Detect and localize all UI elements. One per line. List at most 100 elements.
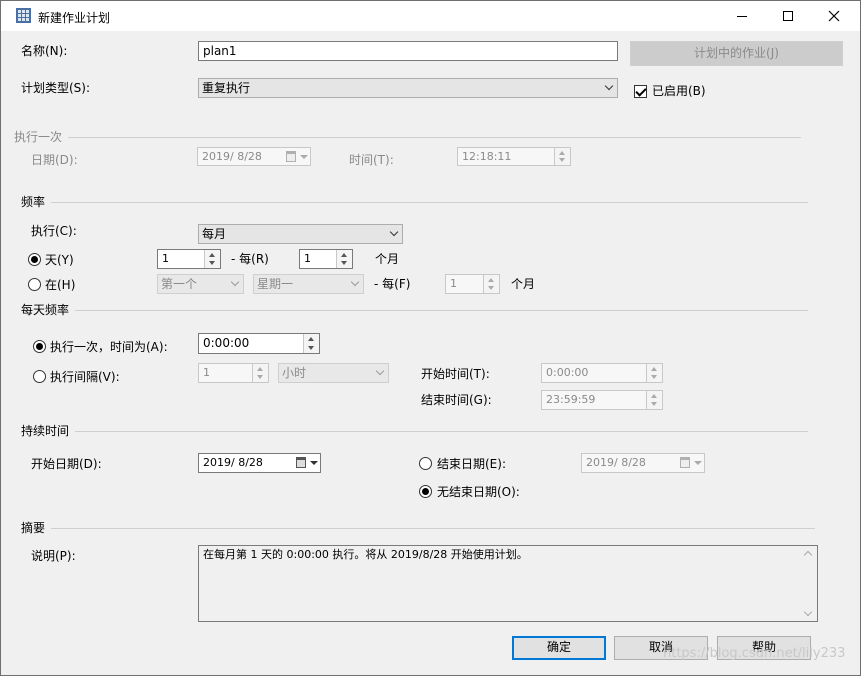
month-unit-label: 个月 (375, 252, 400, 266)
one-time-time-label: 时间(T): (349, 153, 394, 167)
daily-frequency-section: 每天频率 (21, 303, 808, 317)
on-every-month-input[interactable]: 1 (445, 274, 500, 294)
every-month-input[interactable]: 1 (299, 249, 353, 269)
execute-label: 执行(C): (31, 224, 77, 238)
dropdown-arrow-icon (300, 155, 308, 159)
time-spinner[interactable] (554, 148, 570, 165)
maximize-icon (783, 11, 793, 21)
one-time-time-input[interactable]: 12:18:11 (457, 147, 571, 166)
date-dropdown (284, 150, 308, 164)
summary-heading: 摘要 (21, 521, 52, 535)
title-bar[interactable]: 新建作业计划 (1, 1, 860, 31)
dropdown-arrow-icon (310, 461, 318, 465)
spin-up-icon (651, 367, 657, 371)
frequency-section: 频率 (21, 195, 808, 209)
every-spinner[interactable] (336, 250, 352, 268)
close-icon (828, 10, 840, 22)
spin-down-icon (257, 375, 263, 379)
one-time-date-picker[interactable]: 2019/ 8/28 (197, 147, 311, 166)
spin-up-icon (651, 394, 657, 398)
once-at-time-value: 0:00:00 (203, 336, 250, 350)
chevron-down-icon (604, 81, 614, 91)
duration-heading: 持续时间 (21, 424, 76, 438)
chevron-down-icon (230, 277, 240, 287)
frequency-select[interactable]: 每月 (198, 224, 403, 244)
once-at-spinner[interactable] (303, 334, 319, 353)
one-time-date-value: 2019/ 8/28 (202, 150, 262, 163)
description-textarea[interactable]: 在每月第 1 天的 0:00:00 执行。将从 2019/8/28 开始使用计划… (198, 545, 818, 622)
spin-down-icon (559, 158, 565, 162)
week-ordinal-select[interactable]: 第一个 (157, 274, 244, 294)
on-month-unit-label: 个月 (511, 277, 536, 291)
spin-up-icon (559, 151, 565, 155)
chevron-down-icon (389, 227, 399, 237)
minimize-button[interactable] (719, 1, 765, 31)
spin-down-icon (488, 286, 494, 290)
close-button[interactable] (811, 1, 857, 31)
schedule-dialog: 新建作业计划 名称(N): plan1 计划中的作业(J) 计划类型(S): 重… (0, 0, 861, 676)
weekday-select[interactable]: 星期一 (253, 274, 364, 294)
daily-frequency-heading: 每天频率 (21, 303, 76, 317)
watermark-text: https://blog.csdn.net/lily233 (663, 646, 846, 661)
spin-up-icon (341, 253, 347, 257)
end-time-spinner[interactable] (646, 391, 662, 409)
on-every-month-value: 1 (450, 277, 457, 290)
end-date-radio[interactable] (419, 457, 432, 470)
duration-section: 持续时间 (21, 424, 808, 438)
chevron-down-icon (375, 366, 385, 376)
day-spinner[interactable] (204, 250, 220, 268)
scroll-up-icon[interactable] (803, 550, 813, 560)
ok-button[interactable]: 确定 (512, 636, 606, 660)
one-time-section: 执行一次 (14, 130, 801, 144)
scroll-down-icon[interactable] (803, 607, 813, 617)
calendar-icon (296, 457, 306, 468)
start-time-spinner[interactable] (646, 364, 662, 382)
start-time-input[interactable]: 0:00:00 (541, 363, 663, 383)
name-label: 名称(N): (21, 44, 68, 58)
interval-unit-value: 小时 (282, 366, 307, 380)
end-date-label: 结束日期(E): (437, 457, 506, 471)
day-label: 天(Y) (45, 253, 74, 267)
every-label: - 每(R) (231, 252, 269, 266)
maximize-button[interactable] (765, 1, 811, 31)
on-every-spinner[interactable] (483, 275, 499, 293)
interval-number-value: 1 (203, 366, 210, 379)
date-dropdown[interactable] (678, 456, 702, 470)
schedule-type-select[interactable]: 重复执行 (198, 78, 618, 98)
vertical-scrollbar[interactable] (802, 546, 817, 621)
spin-down-icon (651, 375, 657, 379)
frequency-value: 每月 (202, 227, 227, 241)
end-time-label: 结束时间(G): (421, 393, 492, 407)
on-every-label: - 每(F) (374, 277, 411, 291)
day-number-input[interactable]: 1 (157, 249, 221, 269)
once-at-time-input[interactable]: 0:00:00 (198, 333, 320, 354)
interval-radio[interactable] (33, 370, 46, 383)
start-date-value: 2019/ 8/28 (203, 456, 263, 469)
description-label: 说明(P): (31, 549, 76, 563)
end-date-picker[interactable]: 2019/ 8/28 (581, 453, 705, 473)
name-input[interactable]: plan1 (198, 41, 618, 61)
every-month-value: 1 (304, 252, 311, 265)
start-date-picker[interactable]: 2019/ 8/28 (198, 453, 321, 473)
end-time-input[interactable]: 23:59:59 (541, 390, 663, 410)
date-dropdown[interactable] (294, 456, 318, 470)
no-end-date-radio[interactable] (419, 485, 432, 498)
once-at-radio[interactable] (33, 340, 46, 353)
day-radio[interactable] (28, 253, 41, 266)
interval-number-input[interactable]: 1 (198, 363, 269, 383)
enabled-checkbox[interactable] (634, 85, 647, 98)
once-at-label: 执行一次，时间为(A): (50, 340, 168, 354)
interval-label: 执行间隔(V): (50, 370, 120, 384)
interval-unit-select[interactable]: 小时 (278, 363, 389, 383)
on-radio[interactable] (28, 278, 41, 291)
interval-spinner[interactable] (252, 364, 268, 382)
schedule-type-label: 计划类型(S): (21, 81, 91, 95)
enabled-label: 已启用(B) (652, 84, 706, 98)
one-time-time-value: 12:18:11 (462, 150, 512, 163)
calendar-icon (680, 457, 690, 468)
weekday-value: 星期一 (257, 277, 294, 291)
section-divider (21, 431, 808, 432)
on-label: 在(H) (45, 278, 76, 292)
jobs-in-schedule-button[interactable]: 计划中的作业(J) (630, 41, 843, 66)
chevron-down-icon (350, 277, 360, 287)
